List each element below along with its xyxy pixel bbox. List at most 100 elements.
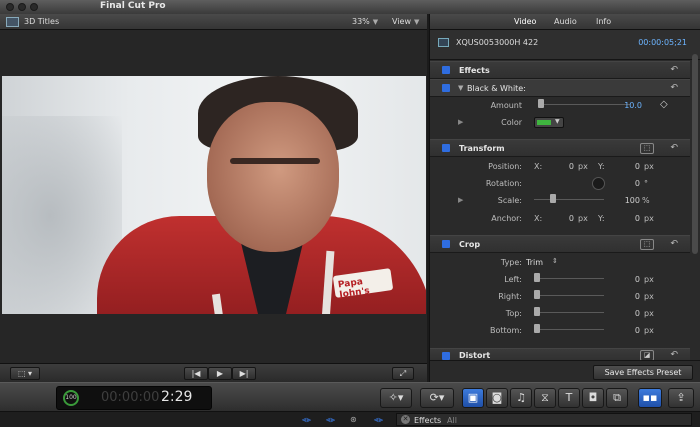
title-bar: Final Cut Pro — [0, 0, 700, 14]
scale-row: ▶ Scale: 100 % — [430, 192, 690, 209]
crop-type-value[interactable]: Trim — [526, 258, 548, 267]
scale-slider-thumb[interactable] — [550, 194, 556, 203]
tab-info[interactable]: Info — [596, 17, 611, 26]
viewer-clip-icon — [6, 17, 19, 27]
next-edit-button[interactable]: ▶| — [232, 367, 256, 380]
disclosure-triangle-icon[interactable]: ▼ — [458, 84, 463, 92]
crop-type-row: Type: Trim ⇕ — [430, 254, 690, 271]
reset-icon[interactable]: ↶ — [670, 83, 678, 93]
reset-icon[interactable]: ↶ — [670, 350, 678, 360]
rotation-value[interactable]: 0 — [616, 179, 640, 188]
rotation-dial[interactable] — [592, 177, 605, 190]
audio-waveform-icon[interactable]: ⫷⫸ — [326, 415, 340, 424]
position-y-value[interactable]: 0 — [616, 162, 640, 171]
crop-left-slider[interactable] — [534, 273, 604, 282]
crop-top-thumb[interactable] — [534, 307, 540, 316]
crop-left-thumb[interactable] — [534, 273, 540, 282]
effects-filter[interactable]: All — [447, 416, 457, 425]
x-label: X: — [534, 162, 543, 171]
transitions-icon[interactable]: ⧖ — [534, 388, 556, 408]
tab-audio[interactable]: Audio — [554, 17, 577, 26]
previous-edit-button[interactable]: |◀ — [184, 367, 208, 380]
view-label: View — [392, 17, 411, 26]
distort-enable-checkbox[interactable] — [442, 352, 450, 360]
scale-value[interactable]: 100 — [616, 196, 640, 205]
crop-section-header[interactable]: Crop ⬚ ↶ — [430, 235, 690, 253]
fullscreen-button[interactable]: ⤢ — [392, 367, 414, 380]
y-label: Y: — [598, 214, 605, 223]
camera-icon[interactable]: ◙ — [486, 388, 508, 408]
crop-bottom-row: Bottom: 0 px — [430, 322, 690, 339]
main-toolbar: 100 00:00:00 2:29 ✧▾ ⟳▾ ▣ ◙ ♫ ⧖ T ◘ ⧉ ▪▪… — [0, 382, 700, 412]
color-picker[interactable]: ▼ — [534, 117, 564, 128]
close-window-button[interactable] — [6, 3, 14, 11]
amount-slider-thumb[interactable] — [538, 99, 544, 108]
generators-icon[interactable]: ◘ — [582, 388, 604, 408]
share-icon[interactable]: ⇪ — [668, 388, 694, 408]
crop-right-thumb[interactable] — [534, 290, 540, 299]
enhancements-menu-button[interactable]: ✧▾ — [380, 388, 412, 408]
crop-right-label: Right: — [498, 292, 522, 301]
position-x-value[interactable]: 0 — [550, 162, 574, 171]
black-white-enable-checkbox[interactable] — [442, 84, 450, 92]
crop-left-row: Left: 0 px — [430, 271, 690, 288]
crop-top-value[interactable]: 0 — [616, 309, 640, 318]
browser-toggle-icon[interactable]: ▣ — [462, 388, 484, 408]
transform-section-header[interactable]: Transform ⬚ ↶ — [430, 139, 690, 157]
y-label: Y: — [598, 162, 605, 171]
overlay-menu-button[interactable]: ⬚ ▾ — [10, 367, 40, 380]
crop-bottom-thumb[interactable] — [534, 324, 540, 333]
scale-slider[interactable] — [534, 194, 604, 203]
status-bar: ⫷⫸ ⫷⫸ ⊛ ⫷⫸ ✕ Effects All — [0, 412, 700, 427]
music-icon[interactable]: ♫ — [510, 388, 532, 408]
percent-unit: % — [642, 196, 650, 205]
transform-enable-checkbox[interactable] — [442, 144, 450, 152]
anchor-y-value[interactable]: 0 — [616, 214, 640, 223]
crop-bottom-slider[interactable] — [534, 324, 604, 333]
effects-enable-checkbox[interactable] — [442, 66, 450, 74]
themes-icon[interactable]: ⧉ — [606, 388, 628, 408]
disclosure-triangle-icon[interactable]: ▶ — [458, 196, 463, 204]
amount-row: Amount 10.0 ◇ — [430, 97, 690, 114]
transport-bar: ⬚ ▾ |◀ ▶ ▶| ⤢ — [0, 363, 427, 382]
reset-icon[interactable]: ↶ — [670, 65, 678, 75]
inspector-scrollbar[interactable] — [692, 54, 698, 254]
crop-bottom-value[interactable]: 0 — [616, 326, 640, 335]
retime-menu-button[interactable]: ⟳▾ — [420, 388, 454, 408]
background-tasks-indicator[interactable]: 100 — [63, 390, 79, 406]
zoom-menu[interactable]: 33% ▼ — [352, 17, 378, 26]
crop-enable-checkbox[interactable] — [442, 240, 450, 248]
anchor-x-value[interactable]: 0 — [550, 214, 574, 223]
black-white-header[interactable]: ▼ Black & White: ↶ — [430, 79, 690, 97]
color-label: Color — [501, 118, 522, 127]
crop-right-value[interactable]: 0 — [616, 292, 640, 301]
snapping-icon[interactable]: ⊛ — [350, 415, 364, 424]
disclosure-triangle-icon[interactable]: ▶ — [458, 118, 463, 126]
inspector-toggle-icon[interactable]: ▪▪ — [638, 388, 662, 408]
titles-icon[interactable]: T — [558, 388, 580, 408]
dashboard[interactable]: 100 00:00:00 2:29 — [56, 386, 212, 410]
transform-onscreen-button[interactable]: ⬚ — [640, 143, 654, 154]
view-menu[interactable]: View ▼ — [392, 17, 419, 26]
video-frame[interactable]: Papa John's — [2, 76, 426, 314]
play-button[interactable]: ▶ — [208, 367, 232, 380]
crop-left-value[interactable]: 0 — [616, 275, 640, 284]
solo-icon[interactable]: ⫷⫸ — [374, 415, 388, 424]
updown-arrows-icon[interactable]: ⇕ — [552, 257, 558, 265]
save-effects-preset-button[interactable]: Save Effects Preset — [593, 365, 693, 380]
crop-bottom-label: Bottom: — [489, 326, 522, 335]
crop-right-slider[interactable] — [534, 290, 604, 299]
crop-onscreen-button[interactable]: ⬚ — [640, 239, 654, 250]
effects-browser-bar[interactable]: ✕ Effects All — [396, 413, 692, 426]
reset-icon[interactable]: ↶ — [670, 143, 678, 153]
crop-top-slider[interactable] — [534, 307, 604, 316]
amount-value[interactable]: 10.0 — [610, 101, 642, 110]
tab-video[interactable]: Video — [514, 17, 536, 26]
keyframe-icon[interactable]: ◇ — [660, 99, 668, 110]
audio-waveform-icon[interactable]: ⫷⫸ — [302, 415, 316, 424]
close-icon[interactable]: ✕ — [401, 415, 410, 424]
effects-section-header[interactable]: Effects ↶ — [430, 61, 690, 79]
minimize-window-button[interactable] — [18, 3, 26, 11]
reset-icon[interactable]: ↶ — [670, 239, 678, 249]
zoom-window-button[interactable] — [30, 3, 38, 11]
